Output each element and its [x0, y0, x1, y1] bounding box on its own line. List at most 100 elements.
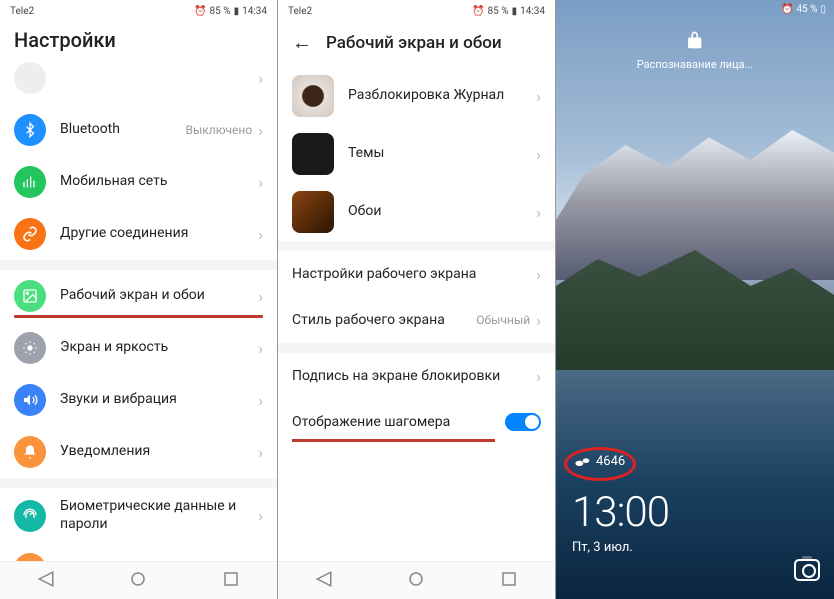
list-item-notif[interactable]: Уведомления › [0, 426, 277, 478]
carrier-label: Tele2 [288, 6, 312, 17]
page-title: Настройки [0, 22, 277, 62]
chevron-right-icon: › [258, 121, 263, 140]
pedometer-toggle[interactable] [505, 413, 541, 431]
nav-bar [0, 561, 277, 599]
thumb-icon [292, 75, 334, 117]
bell-icon [14, 436, 46, 468]
list-item-wallpaper[interactable]: Обои › [278, 183, 555, 241]
status-bar: ⏰ 45 % ▯ [781, 4, 826, 15]
alarm-icon: ⏰ [781, 4, 793, 15]
nav-bar [278, 561, 555, 599]
home-wallpaper-icon [14, 280, 46, 312]
chevron-right-icon: › [258, 506, 263, 525]
nav-back[interactable] [315, 570, 333, 592]
chevron-right-icon: › [258, 339, 263, 358]
wallpaper-settings-pane: Tele2 ⏰ 85 % ▮ 14:34 ← Рабочий экран и о… [278, 0, 556, 599]
brightness-icon [14, 332, 46, 364]
item-label: Рабочий экран и обои [60, 287, 258, 305]
lock-icon: Распознавание лица... [637, 30, 754, 71]
bluetooth-icon [14, 114, 46, 146]
battery-icon: ▯ [820, 4, 826, 15]
item-label: Уведомления [60, 443, 258, 461]
link-icon [14, 218, 46, 250]
list-item-bluetooth[interactable]: Bluetooth Выключено › [0, 104, 277, 156]
item-icon [14, 62, 46, 94]
status-bar: Tele2 ⏰ 85 % ▮ 14:34 [0, 0, 277, 22]
chevron-right-icon: › [536, 145, 541, 164]
chevron-right-icon: › [258, 173, 263, 192]
status-bar: Tele2 ⏰ 85 % ▮ 14:34 [278, 0, 555, 22]
battery-icon: ▮ [512, 6, 518, 17]
camera-icon[interactable] [794, 559, 820, 581]
list-item[interactable]: › [0, 62, 277, 104]
item-label: Настройки рабочего экрана [292, 266, 536, 282]
item-value: Выключено [186, 123, 253, 137]
chevron-right-icon: › [536, 87, 541, 106]
battery-icon: ▮ [234, 6, 240, 17]
list-item-lock-signature[interactable]: Подпись на экране блокировки › [278, 353, 555, 399]
nav-home[interactable] [407, 570, 425, 592]
fingerprint-icon [14, 500, 46, 532]
mobile-icon [14, 166, 46, 198]
nav-recent[interactable] [222, 570, 240, 592]
lock-date: Пт, 3 июл. [572, 540, 633, 555]
item-label: Мобильная сеть [60, 173, 258, 191]
item-label: Экран и яркость [60, 339, 258, 357]
list-item-magazine[interactable]: Разблокировка Журнал › [278, 67, 555, 125]
face-recognition-label: Распознавание лица... [637, 58, 754, 71]
chevron-right-icon: › [536, 265, 541, 284]
time-label: 14:34 [520, 6, 545, 17]
item-label: Разблокировка Журнал [348, 87, 536, 105]
thumb-icon [292, 133, 334, 175]
chevron-right-icon: › [536, 311, 541, 330]
list-item-themes[interactable]: Темы › [278, 125, 555, 183]
list-item-pedometer[interactable]: Отображение шагомера [278, 399, 555, 445]
item-label: Другие соединения [60, 225, 258, 243]
nav-home[interactable] [129, 570, 147, 592]
alarm-icon: ⏰ [194, 6, 206, 17]
settings-pane: Tele2 ⏰ 85 % ▮ 14:34 Настройки › Bluetoo… [0, 0, 278, 599]
carrier-label: Tele2 [10, 6, 34, 17]
lockscreen-pane: ⏰ 45 % ▯ Распознавание лица... 4646 13:0… [556, 0, 834, 599]
item-label: Стиль рабочего экрана [292, 312, 476, 328]
item-label: Обои [348, 203, 536, 221]
nav-back[interactable] [37, 570, 55, 592]
chevron-right-icon: › [258, 69, 263, 88]
page-header: ← Рабочий экран и обои [278, 22, 555, 67]
item-label: Биометрические данные и пароли [60, 498, 258, 533]
list-item-display[interactable]: Экран и яркость › [0, 322, 277, 374]
battery-label: 85 % [488, 6, 509, 17]
time-label: 14:34 [242, 6, 267, 17]
battery-label: 85 % [210, 6, 231, 17]
item-label: Темы [348, 145, 536, 163]
list-item-home-settings[interactable]: Настройки рабочего экрана › [278, 251, 555, 297]
sound-icon [14, 384, 46, 416]
chevron-right-icon: › [258, 287, 263, 306]
nav-recent[interactable] [500, 570, 518, 592]
lockscreen[interactable]: ⏰ 45 % ▯ Распознавание лица... 4646 13:0… [556, 0, 834, 599]
chevron-right-icon: › [536, 367, 541, 386]
highlight-underline [14, 315, 263, 318]
chevron-right-icon: › [258, 225, 263, 244]
back-button[interactable]: ← [292, 30, 312, 55]
item-label: Подпись на экране блокировки [292, 368, 536, 384]
battery-label: 45 % [796, 4, 817, 15]
chevron-right-icon: › [258, 443, 263, 462]
settings-list[interactable]: › Bluetooth Выключено › Мобильная сеть ›… [0, 62, 277, 599]
wallpaper-bg [556, 370, 834, 599]
list-item-biometric[interactable]: Биометрические данные и пароли › [0, 488, 277, 543]
item-label: Bluetooth [60, 121, 186, 139]
item-label: Отображение шагомера [292, 414, 505, 430]
alarm-icon: ⏰ [472, 6, 484, 17]
thumb-icon [292, 191, 334, 233]
item-label: Звуки и вибрация [60, 391, 258, 409]
list-item-other-conn[interactable]: Другие соединения › [0, 208, 277, 260]
lock-time: 13:00 [572, 488, 669, 537]
highlight-circle [564, 447, 636, 481]
list-item-mobile[interactable]: Мобильная сеть › [0, 156, 277, 208]
list-item-home-style[interactable]: Стиль рабочего экрана Обычный › [278, 297, 555, 343]
list-item-sound[interactable]: Звуки и вибрация › [0, 374, 277, 426]
chevron-right-icon: › [536, 203, 541, 222]
list-item-home-wallpaper[interactable]: Рабочий экран и обои › [0, 270, 277, 322]
page-title: Рабочий экран и обои [326, 33, 502, 53]
